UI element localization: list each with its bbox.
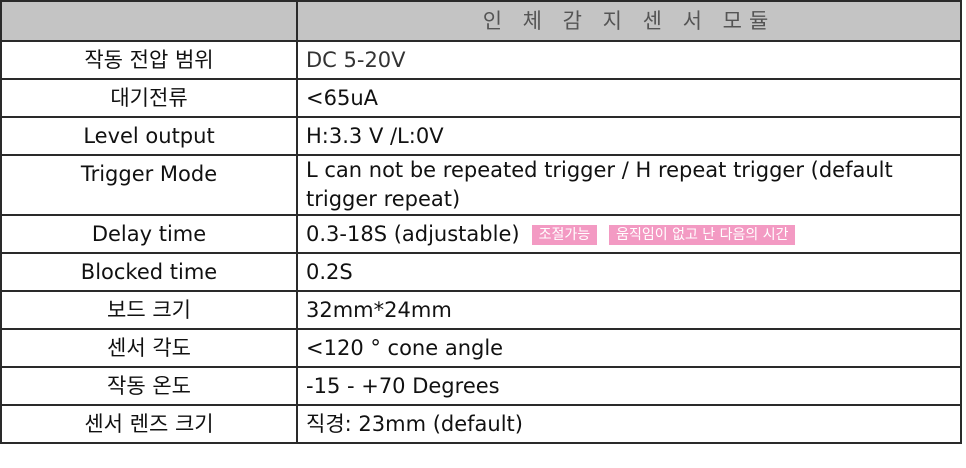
table-row: Blocked time 0.2S (0, 252, 962, 292)
delay-description-tag: 움직임이 없고 난 다음의 시간 (609, 224, 796, 245)
row-key: Trigger Mode (0, 154, 298, 216)
row-key: 작동 온도 (0, 366, 298, 406)
table-row: Level output H:3.3 V /L:0V (0, 116, 962, 156)
table-row: 대기전류 <65uA (0, 78, 962, 118)
row-key: 작동 전압 범위 (0, 40, 298, 80)
row-value: <65uA (296, 78, 962, 118)
row-value: 0.3-18S (adjustable) (306, 221, 520, 246)
row-key: Blocked time (0, 252, 298, 292)
row-value: H:3.3 V /L:0V (296, 116, 962, 156)
row-value-with-tags: 0.3-18S (adjustable) 조절가능 움직임이 없고 난 다음의 시간 (296, 214, 962, 254)
row-value: 32mm*24mm (296, 290, 962, 330)
row-value: DC 5-20V (296, 40, 962, 80)
table-row: 작동 온도 -15 - +70 Degrees (0, 366, 962, 406)
row-key: Level output (0, 116, 298, 156)
row-value: 직경: 23mm (default) (296, 404, 962, 444)
row-key: 보드 크기 (0, 290, 298, 330)
row-value: <120 ° cone angle (296, 328, 962, 368)
header-left-cell (0, 0, 298, 42)
table-row: Delay time 0.3-18S (adjustable) 조절가능 움직임이 … (0, 214, 962, 254)
row-value: 0.2S (296, 252, 962, 292)
row-key: Delay time (0, 214, 298, 254)
table-row: 센서 렌즈 크기 직경: 23mm (default) (0, 404, 962, 444)
adjustable-tag: 조절가능 (531, 224, 598, 245)
table-row: 작동 전압 범위 DC 5-20V (0, 40, 962, 80)
spec-table: 인 체 감 지 센 서 모듈 작동 전압 범위 DC 5-20V 대기전류 <6… (0, 0, 962, 444)
table-header-row: 인 체 감 지 센 서 모듈 (0, 0, 962, 42)
row-value: -15 - +70 Degrees (296, 366, 962, 406)
table-row: 센서 각도 <120 ° cone angle (0, 328, 962, 368)
table-row: 보드 크기 32mm*24mm (0, 290, 962, 330)
table-row: Trigger Mode L can not be repeated trigg… (0, 154, 962, 216)
row-key: 센서 렌즈 크기 (0, 404, 298, 444)
row-key: 센서 각도 (0, 328, 298, 368)
table-title: 인 체 감 지 센 서 모듈 (296, 0, 962, 42)
row-value: L can not be repeated trigger / H repeat… (296, 154, 962, 216)
row-key: 대기전류 (0, 78, 298, 118)
